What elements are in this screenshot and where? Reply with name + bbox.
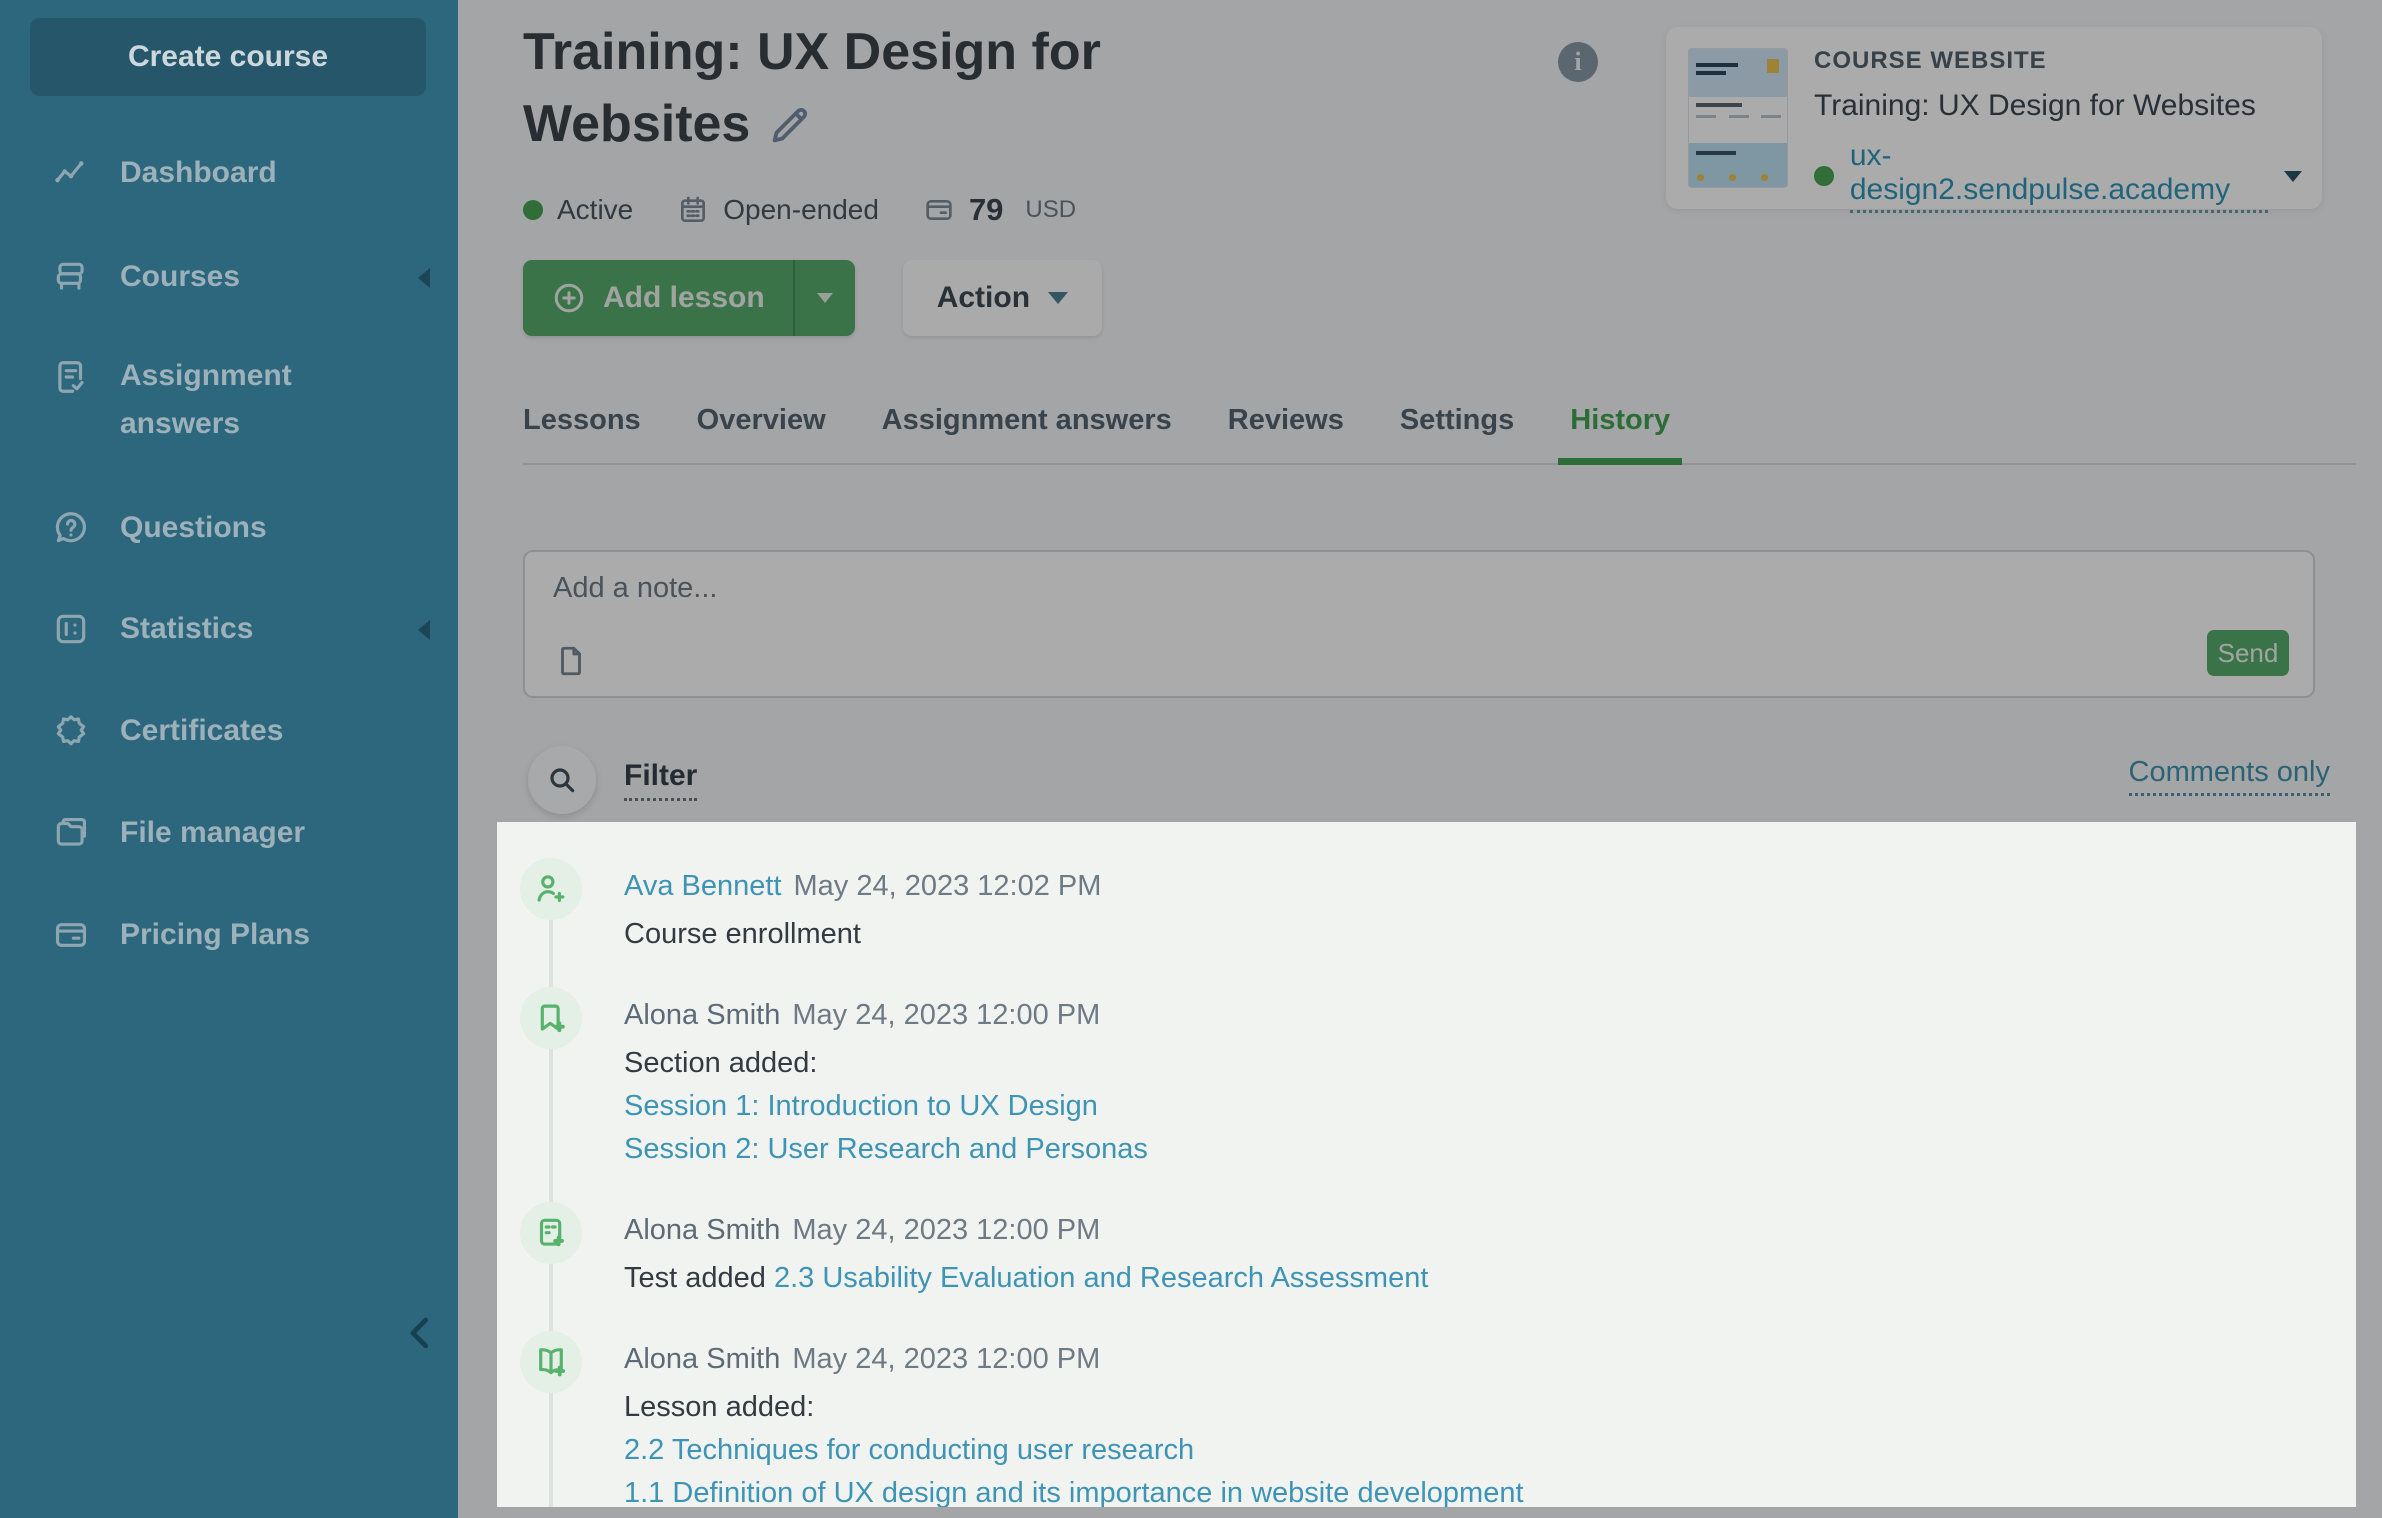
test-add-icon	[520, 1202, 582, 1264]
timeline-entry-header: Alona Smith May 24, 2023 12:00 PM	[624, 1343, 1100, 1376]
sidebar-item-label: Assignment answers	[120, 352, 355, 448]
sidebar-item-statistics[interactable]: Statistics	[0, 605, 458, 653]
statistics-icon	[52, 610, 90, 648]
sidebar-item-label: Certificates	[120, 707, 283, 755]
user-name: Alona Smith	[624, 999, 780, 1031]
sidebar-item-label: Statistics	[120, 605, 253, 653]
timeline-entry-header: Alona Smith May 24, 2023 12:00 PM	[624, 1214, 1100, 1247]
sidebar-item-label: Courses	[120, 253, 240, 301]
sidebar-item-certificates[interactable]: Certificates	[0, 707, 458, 755]
sidebar-item-file-manager[interactable]: File manager	[0, 809, 458, 857]
entry-timestamp: May 24, 2023 12:00 PM	[792, 999, 1100, 1031]
create-course-button[interactable]: Create course	[30, 18, 426, 96]
lesson-link[interactable]: 1.1 Definition of UX design and its impo…	[624, 1477, 1524, 1507]
sidebar-item-courses[interactable]: Courses	[0, 253, 458, 301]
entry-timestamp: May 24, 2023 12:00 PM	[792, 1214, 1100, 1246]
dashboard-icon	[52, 154, 90, 192]
certificate-seal-icon	[52, 712, 90, 750]
sidebar-item-label: Dashboard	[120, 149, 277, 197]
sidebar-item-label: Pricing Plans	[120, 911, 310, 959]
app-root: Create course Dashboard Courses Assignme…	[0, 0, 2382, 1518]
sidebar-item-assignment-answers[interactable]: Assignment answers	[0, 352, 458, 448]
section-add-icon	[520, 987, 582, 1049]
sidebar-item-dashboard[interactable]: Dashboard	[0, 149, 458, 197]
section-link[interactable]: Session 1: Introduction to UX Design	[624, 1090, 1098, 1122]
entry-text: Course enrollment	[624, 918, 861, 951]
wallet-icon	[52, 916, 90, 954]
submenu-arrow-icon	[418, 268, 430, 288]
sidebar-collapse-button[interactable]	[398, 1310, 446, 1358]
entry-text: Test added	[624, 1262, 766, 1294]
history-timeline-panel: Ava Bennett May 24, 2023 12:02 PM Course …	[497, 822, 2356, 1507]
sidebar: Create course Dashboard Courses Assignme…	[0, 0, 458, 1518]
submenu-arrow-icon	[418, 620, 430, 640]
courses-icon	[52, 258, 90, 296]
sidebar-item-label: Questions	[120, 504, 267, 552]
folder-icon	[52, 814, 90, 852]
test-link[interactable]: 2.3 Usability Evaluation and Research As…	[774, 1262, 1428, 1294]
lesson-add-icon	[520, 1331, 582, 1393]
sidebar-item-pricing-plans[interactable]: Pricing Plans	[0, 911, 458, 959]
entry-timestamp: May 24, 2023 12:00 PM	[792, 1343, 1100, 1375]
entry-text: Section added:	[624, 1047, 817, 1080]
user-name: Alona Smith	[624, 1343, 780, 1375]
assignment-icon	[52, 358, 90, 396]
entry-timestamp: May 24, 2023 12:02 PM	[793, 870, 1101, 902]
timeline-line	[549, 892, 553, 1507]
entry-text: Lesson added:	[624, 1391, 814, 1424]
section-link[interactable]: Session 2: User Research and Personas	[624, 1133, 1148, 1165]
lesson-link[interactable]: 2.2 Techniques for conducting user resea…	[624, 1434, 1194, 1466]
sidebar-item-label: File manager	[120, 809, 305, 857]
question-bubble-icon	[52, 509, 90, 547]
user-link[interactable]: Ava Bennett	[624, 870, 781, 902]
person-add-icon	[520, 858, 582, 920]
user-name: Alona Smith	[624, 1214, 780, 1246]
timeline-entry-header: Ava Bennett May 24, 2023 12:02 PM	[624, 870, 1101, 903]
timeline-entry-header: Alona Smith May 24, 2023 12:00 PM	[624, 999, 1100, 1032]
sidebar-item-questions[interactable]: Questions	[0, 504, 458, 552]
